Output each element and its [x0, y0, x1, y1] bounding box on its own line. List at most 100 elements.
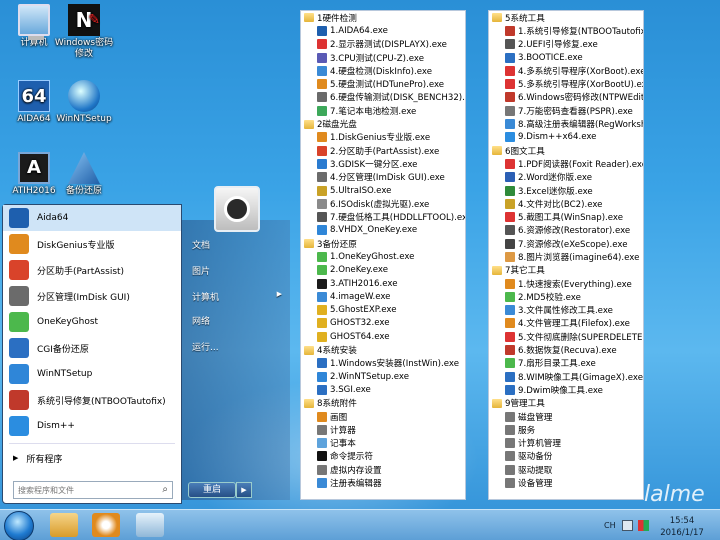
taskbar-search-tool-button[interactable] — [92, 513, 120, 537]
program-shortcut[interactable]: 设备管理 — [489, 476, 643, 489]
program-shortcut[interactable]: 计算器 — [301, 423, 465, 436]
program-shortcut[interactable]: 9.Dism++x64.exe — [489, 131, 643, 144]
taskbar-clock[interactable]: 15:54 2016/1/17 — [656, 515, 708, 539]
program-shortcut[interactable]: 8.图片浏览器(imagine64).exe — [489, 250, 643, 263]
program-shortcut[interactable]: 画图 — [301, 410, 465, 423]
program-shortcut[interactable]: 6.Windows密码修改(NTPWEdit).exe — [489, 91, 643, 104]
program-shortcut[interactable]: 3.Excel迷你版.exe — [489, 184, 643, 197]
program-shortcut[interactable]: 驱动备份 — [489, 450, 643, 463]
program-shortcut[interactable]: 3.文件属性修改工具.exe — [489, 304, 643, 317]
right-pane-network[interactable]: 网络 — [192, 314, 210, 327]
program-shortcut[interactable]: 6.资源修改(Restorator).exe — [489, 224, 643, 237]
program-shortcut[interactable]: 注册表编辑器 — [301, 476, 465, 489]
program-shortcut[interactable]: 5.GhostEXP.exe — [301, 304, 465, 317]
program-shortcut[interactable]: 7.扇形目录工具.exe — [489, 357, 643, 370]
program-shortcut[interactable]: 8.VHDX_OneKey.exe — [301, 224, 465, 237]
program-shortcut[interactable]: 3.BOOTICE.exe — [489, 51, 643, 64]
right-pane-pictures[interactable]: 图片 — [192, 264, 210, 277]
program-shortcut[interactable]: 7.笔记本电池检测.exe — [301, 104, 465, 117]
program-shortcut[interactable]: 记事本 — [301, 437, 465, 450]
program-shortcut[interactable]: 2.OneKey.exe — [301, 264, 465, 277]
folder-row[interactable]: 4系统安装 — [301, 343, 465, 356]
start-menu-item[interactable]: 分区管理(ImDisk GUI) — [3, 283, 181, 309]
program-shortcut[interactable]: 6.数据恢复(Recuva).exe — [489, 343, 643, 356]
program-shortcut[interactable]: 3.GDISK一键分区.exe — [301, 157, 465, 170]
program-shortcut[interactable]: 4.文件对比(BC2).exe — [489, 197, 643, 210]
program-shortcut[interactable]: 8.WIM映像工具(GimageX).exe — [489, 370, 643, 383]
desktop-icon-winntsetup[interactable]: WinNTSetup — [52, 80, 116, 125]
input-language-indicator[interactable]: CH — [604, 521, 616, 530]
start-menu-item[interactable]: DiskGenius专业版 — [3, 231, 181, 257]
program-shortcut[interactable]: 2.分区助手(PartAssist).exe — [301, 144, 465, 157]
search-programs-input[interactable]: 搜索程序和文件 ⌕ — [13, 481, 173, 499]
start-menu-item[interactable]: Dism++ — [3, 413, 181, 439]
program-shortcut[interactable]: 1.OneKeyGhost.exe — [301, 250, 465, 263]
program-shortcut[interactable]: GHOST32.exe — [301, 317, 465, 330]
keyboard-icon[interactable] — [622, 520, 633, 531]
program-shortcut[interactable]: 6.ISOdisk(虚拟光驱).exe — [301, 197, 465, 210]
program-shortcut[interactable]: 2.UEFI引导修复.exe — [489, 38, 643, 51]
start-menu-item[interactable]: CGI备份还原 — [3, 335, 181, 361]
user-avatar[interactable] — [214, 186, 260, 232]
right-pane-run[interactable]: 运行... — [192, 340, 219, 353]
program-shortcut[interactable]: 服务 — [489, 423, 643, 436]
restart-button[interactable]: 重启 — [188, 482, 236, 498]
program-shortcut[interactable]: 2.Word迷你版.exe — [489, 171, 643, 184]
start-menu-item[interactable]: WinNTSetup — [3, 361, 181, 387]
program-shortcut[interactable]: 1.系统引导修复(NTBOOTautofix).exe — [489, 24, 643, 37]
program-shortcut[interactable]: 1.快速搜索(Everything).exe — [489, 277, 643, 290]
folder-row[interactable]: 5系统工具 — [489, 11, 643, 24]
program-shortcut[interactable]: 2.WinNTSetup.exe — [301, 370, 465, 383]
program-shortcut[interactable]: 磁盘管理 — [489, 410, 643, 423]
program-shortcut[interactable]: 4.imageW.exe — [301, 290, 465, 303]
folder-row[interactable]: 7其它工具 — [489, 264, 643, 277]
program-shortcut[interactable]: 2.MD5校验.exe — [489, 290, 643, 303]
program-shortcut[interactable]: 4.分区管理(ImDisk GUI).exe — [301, 171, 465, 184]
program-shortcut[interactable]: 5.截图工具(WinSnap).exe — [489, 210, 643, 223]
program-shortcut[interactable]: 驱动提取 — [489, 463, 643, 476]
program-shortcut[interactable]: 1.PDF阅读器(Foxit Reader).exe — [489, 157, 643, 170]
program-shortcut[interactable]: 虚拟内存设置 — [301, 463, 465, 476]
start-menu-item[interactable]: 系统引导修复(NTBOOTautofix) — [3, 387, 181, 413]
program-shortcut[interactable]: 3.ATIH2016.exe — [301, 277, 465, 290]
program-shortcut[interactable]: 1.DiskGenius专业版.exe — [301, 131, 465, 144]
program-shortcut[interactable]: 计算机管理 — [489, 437, 643, 450]
folder-row[interactable]: 8系统附件 — [301, 397, 465, 410]
flag-icon[interactable] — [638, 520, 649, 531]
start-menu-item[interactable]: Aida64 — [3, 205, 181, 231]
folder-row[interactable]: 1硬件检测 — [301, 11, 465, 24]
folder-row[interactable]: 9管理工具 — [489, 397, 643, 410]
right-pane-computer[interactable]: 计算机 ▶ — [192, 290, 282, 303]
program-shortcut[interactable]: 1.Windows安装器(InstWin).exe — [301, 357, 465, 370]
all-programs-button[interactable]: ▶ 所有程序 — [3, 448, 181, 468]
program-shortcut[interactable]: 7.资源修改(eXeScope).exe — [489, 237, 643, 250]
program-shortcut[interactable]: 7.万能密码查看器(PSPR).exe — [489, 104, 643, 117]
program-shortcut[interactable]: 1.AIDA64.exe — [301, 24, 465, 37]
program-shortcut[interactable]: 4.硬盘检测(DiskInfo).exe — [301, 64, 465, 77]
desktop-icon-ntpw[interactable]: N ✎ Windows密码修改 — [52, 4, 116, 60]
start-menu-item[interactable]: 分区助手(PartAssist) — [3, 257, 181, 283]
program-shortcut[interactable]: 4.文件管理工具(Filefox).exe — [489, 317, 643, 330]
desktop-icon-cgi[interactable]: 备份还原 — [52, 152, 116, 197]
program-shortcut[interactable]: 8.高级注册表编辑器(RegWorkshop).exe — [489, 117, 643, 130]
program-shortcut[interactable]: 9.Dwim映像工具.exe — [489, 383, 643, 396]
folder-row[interactable]: 2磁盘光盘 — [301, 117, 465, 130]
program-shortcut[interactable]: 3.SGI.exe — [301, 383, 465, 396]
program-shortcut[interactable]: 7.硬盘低格工具(HDDLLFTOOL).exe — [301, 210, 465, 223]
taskbar-explorer-button[interactable] — [50, 513, 78, 537]
program-shortcut[interactable]: 4.多系统引导程序(XorBoot).exe — [489, 64, 643, 77]
taskbar-notepad-button[interactable] — [136, 513, 164, 537]
program-shortcut[interactable]: GHOST64.exe — [301, 330, 465, 343]
folder-row[interactable]: 3备份还原 — [301, 237, 465, 250]
program-shortcut[interactable]: 5.多系统引导程序(XorBootU).exe — [489, 77, 643, 90]
right-pane-documents[interactable]: 文档 — [192, 238, 210, 251]
shutdown-options-button[interactable]: ▶ — [236, 482, 252, 498]
program-shortcut[interactable]: 2.显示器测试(DISPLAYX).exe — [301, 38, 465, 51]
folder-row[interactable]: 6图文工具 — [489, 144, 643, 157]
start-button[interactable] — [4, 511, 34, 540]
program-shortcut[interactable]: 6.硬盘传输测试(DISK_BENCH32).exe — [301, 91, 465, 104]
start-menu-item[interactable]: OneKeyGhost — [3, 309, 181, 335]
program-shortcut[interactable]: 5.硬盘测试(HDTunePro).exe — [301, 77, 465, 90]
program-shortcut[interactable]: 5.文件彻底删除(SUPERDELETE).exe — [489, 330, 643, 343]
program-shortcut[interactable]: 5.UltraISO.exe — [301, 184, 465, 197]
